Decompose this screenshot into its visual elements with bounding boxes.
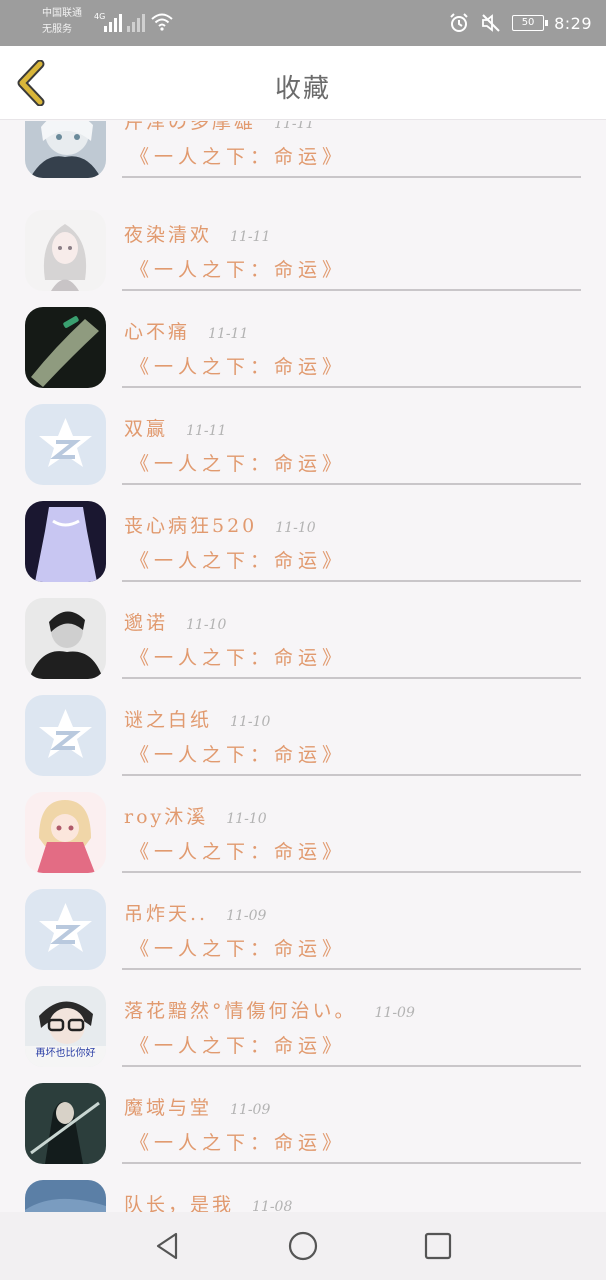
item-date: 11-09 [226,908,267,924]
blue-avatar [25,1180,106,1212]
signal-icon [104,12,122,32]
anime-boy-avatar [25,121,106,178]
list-item[interactable]: 邈诺 11-10 《一人之下：命运》 [0,598,606,695]
list-item[interactable]: 队长，是我 11-08 [0,1180,606,1212]
item-name: 魔域与堂 [124,1097,213,1119]
list-item[interactable]: 再坏也比你好 落花黯然°情傷何治い。 11-09 《一人之下：命运》 [0,986,606,1083]
item-name: 双赢 [124,418,169,440]
page-title: 收藏 [274,74,331,104]
item-name: 落花黯然°情傷何治い。 [124,1000,357,1022]
circle-home-icon[interactable] [287,1230,319,1262]
dress-avatar [25,501,106,582]
item-subtitle: 《一人之下：命运》 [130,1132,347,1154]
system-nav-bar [0,1212,606,1280]
list-item[interactable]: 谜之白纸 11-10 《一人之下：命运》 [0,695,606,792]
battery-icon: 50 [512,15,549,31]
clock: 8:29 [554,13,592,33]
bw-boy-avatar [25,598,106,679]
item-date: 11-11 [186,423,227,439]
battery-level: 50 [521,17,535,28]
divider [122,871,581,873]
divider [122,176,581,178]
divider [122,1162,581,1164]
glasses-boy-avatar: 再坏也比你好 [25,986,106,1067]
list-item[interactable]: 芹泽の多摩雄 11-11 《一人之下：命运》 [0,121,606,194]
app-header: 收藏 [0,46,606,120]
item-date: 11-09 [230,1102,271,1118]
item-date: 11-10 [226,811,267,827]
carrier-name: 中国联通 [42,8,82,19]
carrier-service: 无服务 [42,24,72,35]
wifi-icon [151,13,173,31]
status-bar: 中国联通 无服务 4G 50 8:29 [0,0,606,46]
triangle-back-icon[interactable] [152,1230,184,1262]
list-item[interactable]: roy沐溪 11-10 《一人之下：命运》 [0,792,606,889]
item-name: 丧心病狂520 [124,515,258,537]
item-name: 队长，是我 [124,1194,235,1212]
item-subtitle: 《一人之下：命运》 [130,550,347,572]
anime-girl-avatar [25,210,106,291]
item-name: 心不痛 [124,321,191,343]
divider [122,580,581,582]
item-subtitle: 《一人之下：命运》 [130,841,347,863]
item-subtitle: 《一人之下：命运》 [130,453,347,475]
item-subtitle: 《一人之下：命运》 [130,744,347,766]
divider [122,483,581,485]
item-subtitle: 《一人之下：命运》 [130,1035,347,1057]
item-name: 吊炸天.. [124,903,209,925]
favorites-list: 芹泽の多摩雄 11-11 《一人之下：命运》 夜染清欢 11-11 《一人之下：命运… [0,121,606,1212]
carrier-info: 中国联通 无服务 [42,6,82,38]
hand-avatar [25,307,106,388]
qq-default-avatar [25,889,106,970]
divider [122,1065,581,1067]
square-recent-icon[interactable] [422,1230,454,1262]
item-subtitle: 《一人之下：命运》 [130,146,347,168]
item-subtitle: 《一人之下：命运》 [130,938,347,960]
item-date: 11-11 [208,326,249,342]
item-name: roy沐溪 [124,806,209,828]
divider [122,677,581,679]
item-date: 11-09 [374,1005,415,1021]
mute-icon [482,14,500,32]
item-date: 11-10 [275,520,316,536]
qq-default-avatar [25,404,106,485]
item-date: 11-11 [230,229,271,245]
divider [122,774,581,776]
item-date: 11-11 [274,121,315,132]
item-name: 芹泽の多摩雄 [124,121,257,133]
alarm-icon [450,13,468,32]
no-signal-icon [127,12,145,32]
item-name: 谜之白纸 [124,709,213,731]
qq-default-avatar [25,695,106,776]
item-date: 11-10 [230,714,271,730]
item-date: 11-10 [186,617,227,633]
pink-anime-avatar [25,792,106,873]
warrior-avatar [25,1083,106,1164]
divider [122,968,581,970]
item-date: 11-08 [252,1199,293,1212]
list-item[interactable]: 魔域与堂 11-09 《一人之下：命运》 [0,1083,606,1180]
list-item[interactable]: 心不痛 11-11 《一人之下：命运》 [0,307,606,404]
divider [122,386,581,388]
item-subtitle: 《一人之下：命运》 [130,647,347,669]
list-item[interactable]: 双赢 11-11 《一人之下：命运》 [0,404,606,501]
item-subtitle: 《一人之下：命运》 [130,259,347,281]
item-name: 夜染清欢 [124,224,213,246]
avatar-caption: 再坏也比你好 [35,1048,96,1059]
divider [122,289,581,291]
item-subtitle: 《一人之下：命运》 [130,356,347,378]
item-name: 邈诺 [124,612,169,634]
list-item[interactable]: 夜染清欢 11-11 《一人之下：命运》 [0,210,606,307]
list-item[interactable]: 丧心病狂520 11-10 《一人之下：命运》 [0,501,606,598]
list-item[interactable]: 吊炸天.. 11-09 《一人之下：命运》 [0,889,606,986]
